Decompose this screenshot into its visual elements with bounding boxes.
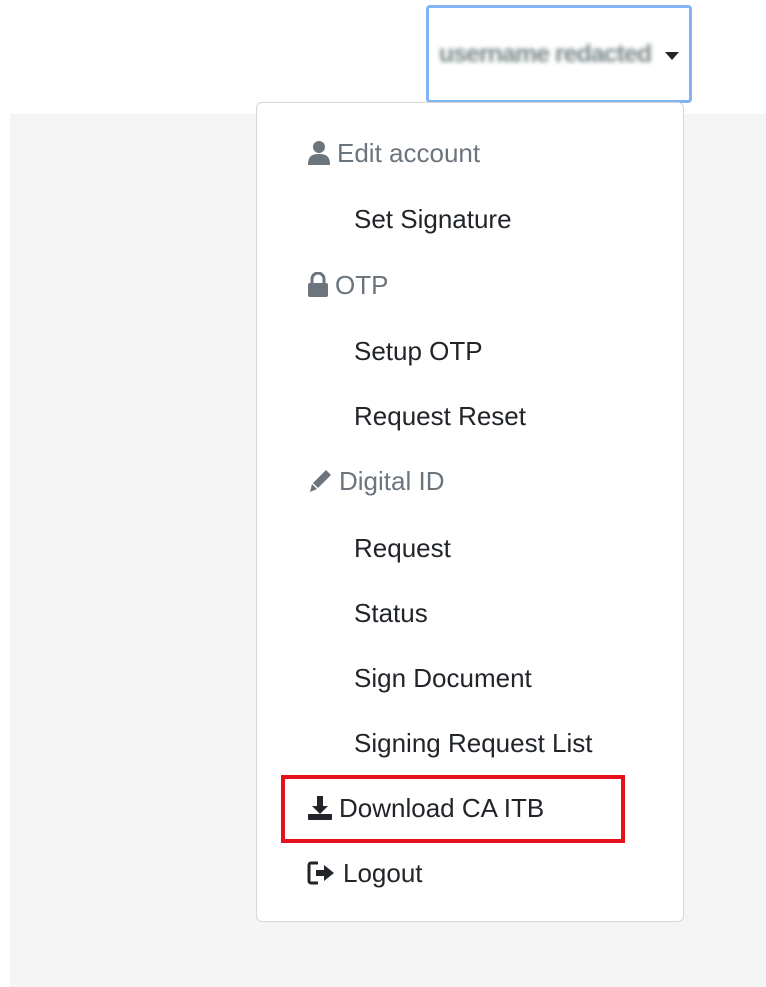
menu-item-request-reset[interactable]: Request Reset <box>354 396 526 436</box>
menu-item-set-signature[interactable]: Set Signature <box>354 199 512 239</box>
menu-item-label: Sign Document <box>354 662 532 693</box>
header-digital-id-label: Digital ID <box>339 465 445 496</box>
download-icon <box>307 795 333 821</box>
menu-item-label: Setup OTP <box>354 335 483 366</box>
caret-down-icon <box>665 51 680 60</box>
header-edit-account-label: Edit account <box>337 137 481 168</box>
pen-icon <box>307 468 333 494</box>
menu-item-status[interactable]: Status <box>354 593 428 633</box>
sign-out-icon <box>307 861 337 885</box>
user-icon <box>307 140 331 166</box>
username-redacted: username redacted <box>438 39 652 68</box>
user-menu-toggle[interactable]: username redacted <box>426 5 692 103</box>
page: username redacted Edit account Set Signa… <box>0 0 766 987</box>
header-otp-label: OTP <box>335 269 389 300</box>
menu-item-label: Request Reset <box>354 400 526 431</box>
menu-item-download-ca-itb[interactable]: Download CA ITB <box>307 788 544 828</box>
menu-item-logout[interactable]: Logout <box>307 853 423 893</box>
menu-item-label: Set Signature <box>354 203 512 234</box>
menu-item-label: Download CA ITB <box>339 792 545 823</box>
lock-icon <box>307 272 329 298</box>
menu-item-label: Logout <box>343 857 423 888</box>
header-otp: OTP <box>307 265 388 305</box>
user-dropdown-menu: Edit account Set Signature OTP Setup OTP… <box>256 102 684 922</box>
menu-item-sign-document[interactable]: Sign Document <box>354 658 532 698</box>
header-edit-account: Edit account <box>307 133 480 173</box>
menu-item-setup-otp[interactable]: Setup OTP <box>354 331 483 371</box>
menu-item-signing-request-list[interactable]: Signing Request List <box>354 723 592 763</box>
menu-item-label: Status <box>354 597 428 628</box>
menu-item-label: Signing Request List <box>354 727 593 758</box>
header-digital-id: Digital ID <box>307 461 444 501</box>
menu-item-request[interactable]: Request <box>354 528 451 568</box>
menu-item-label: Request <box>354 532 451 563</box>
